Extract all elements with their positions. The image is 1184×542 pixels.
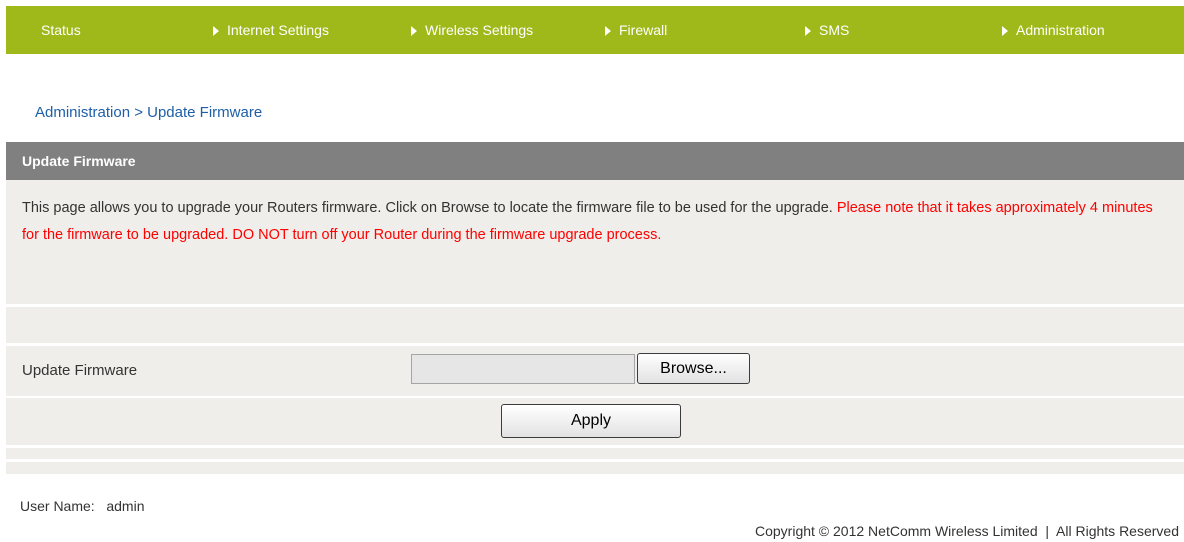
arrow-right-icon [805,26,811,36]
nav-internet-settings-label: Internet Settings [227,22,329,38]
apply-row: Apply [6,398,1184,445]
nav-internet-settings[interactable]: Internet Settings [213,6,329,54]
top-nav-bar: Status Internet Settings Wireless Settin… [6,6,1184,54]
footer-copyright: Copyright © 2012 NetComm Wireless Limite… [755,523,1179,539]
nav-firewall-label: Firewall [619,22,668,38]
apply-button[interactable]: Apply [501,404,681,438]
arrow-right-icon [605,26,611,36]
spacer-row [6,448,1184,459]
arrow-right-icon [1002,26,1008,36]
nav-status[interactable]: Status [41,6,81,54]
nav-wireless-settings[interactable]: Wireless Settings [411,6,533,54]
breadcrumb: Administration > Update Firmware [35,104,263,121]
firmware-file-input[interactable] [411,354,635,384]
panel-description: This page allows you to upgrade your Rou… [6,180,1184,304]
nav-wireless-settings-label: Wireless Settings [425,22,534,38]
nav-administration[interactable]: Administration [1002,6,1105,54]
nav-firewall[interactable]: Firewall [605,6,667,54]
arrow-right-icon [411,26,417,36]
nav-administration-label: Administration [1016,22,1105,38]
firmware-field-label: Update Firmware [22,362,138,379]
nav-status-label: Status [41,22,81,38]
spacer-row [6,307,1184,343]
nav-sms[interactable]: SMS [805,6,849,54]
browse-button[interactable]: Browse... [637,353,750,384]
nav-sms-label: SMS [819,22,850,38]
description-text: This page allows you to upgrade your Rou… [22,200,833,216]
footer-username: User Name: admin [20,498,145,514]
panel-title: Update Firmware [6,142,1184,180]
spacer-row [6,462,1184,474]
arrow-right-icon [213,26,219,36]
firmware-file-row: Update Firmware Browse... [6,346,1184,396]
